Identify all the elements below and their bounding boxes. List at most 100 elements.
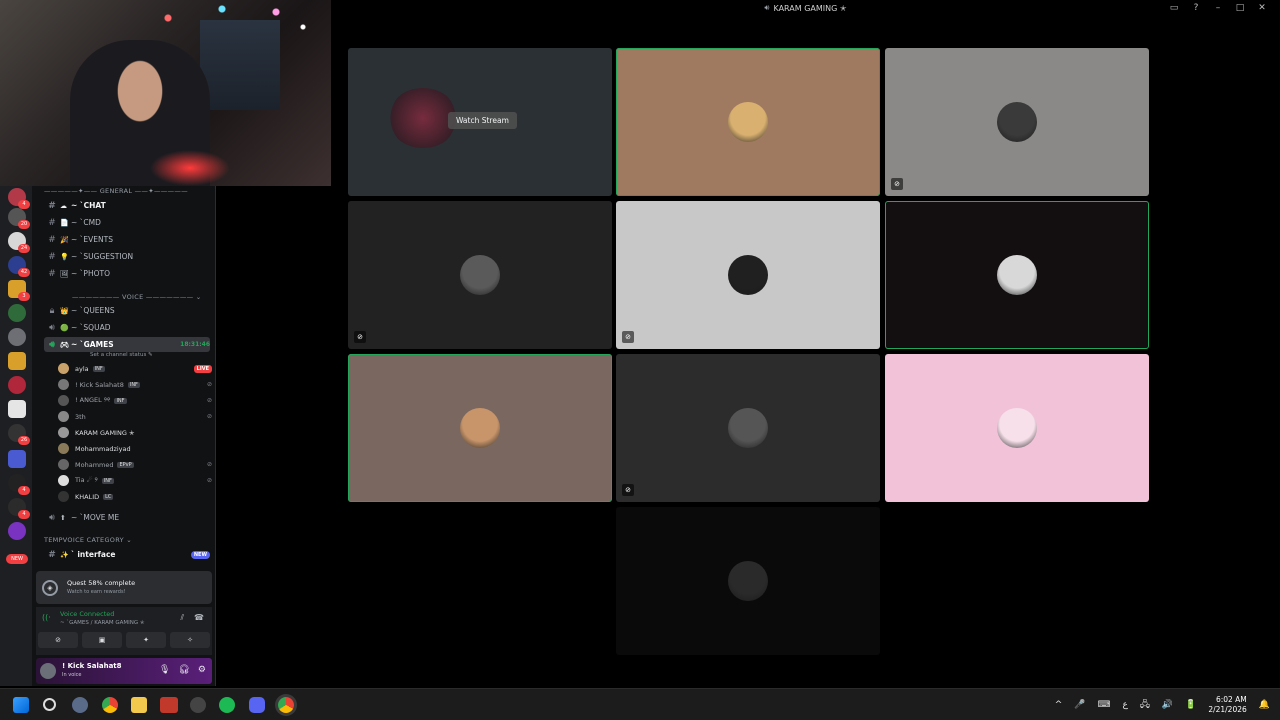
channel-suggestion[interactable]: # 💡 ~ ˋSUGGESTION: [44, 249, 210, 264]
participant-tile[interactable]: ⊘: [616, 354, 880, 502]
voice-channel-queens[interactable]: 🔒︎ 👑 ~ ˋQUEENS: [44, 303, 210, 318]
tray-overflow-icon[interactable]: ^: [1055, 700, 1063, 710]
server-icon[interactable]: 4: [8, 188, 30, 209]
settings-gear-icon[interactable]: [72, 697, 88, 713]
server-icon[interactable]: 24: [8, 232, 30, 253]
soundboard-button[interactable]: ✧: [170, 632, 210, 648]
voice-channel-games[interactable]: 🔊︎ 🎮︎ ~ ˋGAMES 18:31:46: [44, 337, 210, 352]
volume-icon[interactable]: 🔊: [1162, 700, 1173, 710]
channel-interface[interactable]: # ✨ ˋ interface NEW: [44, 547, 210, 562]
voice-location[interactable]: ~ ˋGAMES / KARAM GAMING ✭: [60, 620, 144, 626]
voice-user-row[interactable]: ! Kick Salahat8 INF ⊘: [58, 377, 212, 392]
noise-suppression-icon[interactable]: ⫽: [180, 613, 184, 623]
server-icon[interactable]: [8, 376, 26, 394]
keyboard-icon[interactable]: ⌨: [1097, 700, 1110, 710]
voice-user-row[interactable]: Tia ☄︎ ୨ INF ⊘: [58, 473, 212, 488]
participant-tile[interactable]: ⊘: [616, 201, 880, 349]
minimize-button[interactable]: –: [1210, 3, 1226, 13]
participant-tile[interactable]: [616, 507, 880, 655]
server-icon[interactable]: 42: [8, 256, 30, 277]
participant-tile[interactable]: [885, 201, 1149, 349]
maximize-button[interactable]: □: [1232, 3, 1248, 13]
voice-channel-icon: 🔊︎: [764, 3, 770, 12]
voice-channel-squad[interactable]: 🔊︎ 🟢 ~ ˋSQUAD: [44, 320, 210, 335]
server-icon[interactable]: 3: [8, 280, 30, 301]
network-icon[interactable]: 🖧: [1140, 697, 1150, 713]
channel-cmd[interactable]: # 📄 ~ ˋCMD: [44, 215, 210, 230]
voice-connected-label[interactable]: Voice Connected: [60, 610, 114, 618]
server-icon[interactable]: [8, 328, 26, 346]
participant-tile[interactable]: [885, 354, 1149, 502]
category-general[interactable]: —————✦—— GENERAL ——✦—————: [44, 187, 188, 195]
chrome-icon[interactable]: [102, 697, 118, 713]
category-tempvoice[interactable]: TEMPVOICE CATEGORY ⌄: [44, 536, 132, 544]
system-tray: ^ 🎤 ⌨ ع 🖧 🔊 🔋 6:02 AM 2/21/2026 🔔: [1055, 689, 1270, 720]
search-icon[interactable]: [43, 698, 56, 711]
server-icon[interactable]: 4: [8, 498, 30, 519]
voice-channel-move-me[interactable]: 🔊︎ ⬆ ~ ˋMOVE ME: [44, 510, 210, 525]
start-icon[interactable]: [13, 697, 29, 713]
mic-muted-icon[interactable]: 🎙︎: [159, 665, 170, 675]
server-icon[interactable]: 4: [8, 474, 30, 495]
camera-button[interactable]: ⊘: [38, 632, 78, 648]
category-voice[interactable]: ——————— VOICE ——————— ⌄: [72, 293, 202, 301]
channel-label: ˋ interface: [71, 550, 116, 559]
channel-label: ~ ˋCMD: [71, 218, 101, 227]
inbox-icon[interactable]: ▭: [1166, 3, 1182, 13]
avatar: [58, 443, 69, 454]
battery-icon[interactable]: 🔋: [1185, 700, 1196, 710]
media-app-icon[interactable]: [160, 697, 178, 713]
voice-user-row[interactable]: ! ANGEL ୨୧ INF ⊘: [58, 393, 212, 408]
watch-stream-button[interactable]: Watch Stream: [448, 112, 517, 129]
participant-tile[interactable]: [348, 354, 612, 502]
close-button[interactable]: ✕: [1254, 3, 1270, 13]
voice-user-row[interactable]: KHALID LC: [58, 489, 212, 504]
server-icon[interactable]: 20: [8, 208, 30, 229]
app-icon[interactable]: [190, 697, 206, 713]
voice-user-row[interactable]: ayla INF LIVE: [58, 361, 212, 376]
chrome-active-icon[interactable]: [278, 697, 294, 713]
discord-icon[interactable]: [249, 697, 265, 713]
voice-user-row[interactable]: KARAM GAMING ✭: [58, 425, 212, 440]
user-tag: INF: [92, 365, 105, 372]
voice-user-row[interactable]: 3th ⊘: [58, 409, 212, 424]
language-indicator[interactable]: ع: [1122, 700, 1127, 710]
disconnect-icon[interactable]: ☎: [194, 613, 204, 623]
voice-user-row[interactable]: Mohammed EPvP ⊘: [58, 457, 212, 472]
channel-status[interactable]: Set a channel status ✎: [90, 352, 153, 358]
participant-tile[interactable]: ⊘: [885, 48, 1149, 196]
participant-tile[interactable]: [616, 48, 880, 196]
spotify-icon[interactable]: [219, 697, 235, 713]
window-controls: ▭ ? – □ ✕: [1166, 0, 1280, 16]
hash-icon: #: [48, 234, 56, 245]
microphone-icon[interactable]: 🎤: [1074, 700, 1085, 710]
help-icon[interactable]: ?: [1188, 3, 1204, 13]
server-icon[interactable]: [8, 352, 26, 370]
avatar[interactable]: [40, 663, 56, 679]
settings-gear-icon[interactable]: ⚙: [198, 665, 206, 675]
participant-tile[interactable]: ⊘: [348, 201, 612, 349]
server-icon[interactable]: [8, 522, 26, 540]
stream-tile[interactable]: Watch Stream: [348, 48, 612, 196]
speaker-icon: 🔊︎: [49, 512, 55, 523]
voice-user-name: ! Kick Salahat8: [75, 380, 124, 389]
clock[interactable]: 6:02 AM 2/21/2026: [1208, 695, 1246, 715]
server-icon[interactable]: 26: [8, 424, 30, 445]
activities-button[interactable]: ✦: [126, 632, 166, 648]
server-icon[interactable]: [8, 304, 26, 322]
screen-share-button[interactable]: ▣: [82, 632, 122, 648]
new-pill[interactable]: NEW: [6, 554, 28, 564]
server-folder-icon[interactable]: [8, 450, 26, 468]
username[interactable]: ! Kick Salahat8: [62, 662, 122, 670]
voice-user-row[interactable]: Mohammadziyad: [58, 441, 212, 456]
notification-bell-icon[interactable]: 🔔: [1259, 700, 1270, 710]
window-title: KARAM GAMING ✭: [773, 3, 847, 13]
channel-events[interactable]: # 🎉 ~ ˋEVENTS: [44, 232, 210, 247]
file-explorer-icon[interactable]: [131, 697, 147, 713]
channel-photo[interactable]: # 🖼 ~ ˋPHOTO: [44, 266, 210, 281]
headphones-icon[interactable]: 🎧︎: [178, 665, 189, 675]
quest-card[interactable]: ◈ Quest 58% complete Watch to earn rewar…: [36, 571, 212, 604]
server-icon[interactable]: [8, 400, 26, 418]
channel-chat[interactable]: # ☁ ~ ˋCHAT: [44, 198, 210, 213]
signal-icon[interactable]: ((·: [42, 613, 51, 622]
